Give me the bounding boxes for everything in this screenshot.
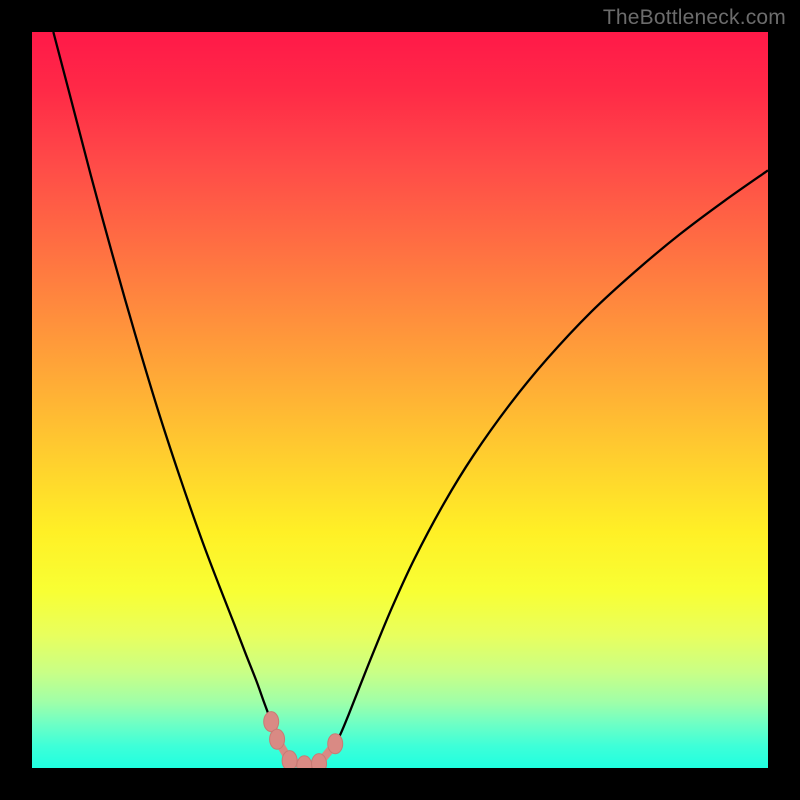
watermark-text: TheBottleneck.com — [603, 6, 786, 30]
chart-svg — [32, 32, 768, 768]
marker-group — [264, 712, 343, 768]
data-marker — [328, 734, 343, 754]
data-marker — [312, 754, 327, 768]
bottleneck-curve — [53, 32, 768, 766]
data-marker — [264, 712, 279, 732]
chart-frame: TheBottleneck.com — [0, 0, 800, 800]
data-marker — [270, 729, 285, 749]
plot-area — [32, 32, 768, 768]
data-marker — [297, 756, 312, 768]
data-marker — [282, 751, 297, 768]
